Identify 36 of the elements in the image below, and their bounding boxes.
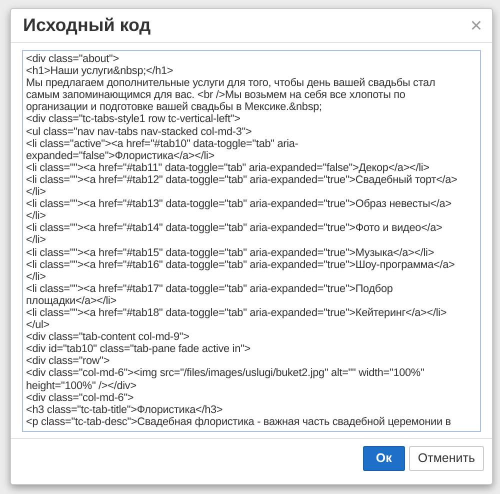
code-line: <div class="tab-content col-md-9"> [26, 331, 190, 344]
code-line: <h1>Наши услуги&nbsp;</h1> [26, 65, 174, 78]
code-textarea[interactable] [22, 50, 481, 432]
code-line: </li> [26, 210, 46, 222]
code-line: <li class=""><a href="#tab18" data-toggle="tab" aria-expanded="true">Кейтеринг</a></li> [26, 306, 447, 320]
code-line: <li class="active"><a href="#tab10" data-toggle="tab" aria- [26, 138, 298, 150]
code-line: <li class=""><a href="#tab16" data-toggle="tab" aria-expanded="true">Шоу-программа</a> [26, 258, 455, 271]
code-line: <li class=""><a href="#tab14" data-toggle="tab" aria-expanded="true">Фото и видео</a> [26, 222, 442, 234]
code-line: <li class=""><a href="#tab13" data-toggle="tab" aria-expanded="true">Образ невесты</a> [26, 198, 452, 210]
code-line: Мы предлагаем дополнительные услуги для того, чтобы день вашей свадьбы стал [26, 77, 436, 90]
code-line: <div id="tab10" class="tab-pane fade active in"> [26, 343, 250, 356]
close-button[interactable]: × [470, 16, 482, 36]
code-line: <li class=""><a href="#tab17" data-toggle="tab" aria-expanded="true">Подбор [26, 282, 393, 295]
dialog-title: Исходный код [23, 14, 151, 36]
code-line: <div class="about"> [26, 53, 119, 66]
code-line: <li class=""><a href="#tab11" data-toggle="tab" aria-expanded="false">Декор</a></li> [26, 162, 430, 174]
code-line: <ul class="nav nav-tabs nav-stacked col-md-3"> [26, 126, 252, 138]
code-line: <div class="row"> [26, 355, 110, 368]
code-line: <div class="tc-tabs-style1 row tc-vertical-left"> [26, 113, 240, 126]
ok-button[interactable]: Ок [362, 446, 405, 471]
code-line: самым запоминающимся для вас. <br />Мы возьмем на себя все хлопоты по [26, 89, 406, 102]
code-line: <div class="col-md-6"> [26, 392, 134, 404]
code-line: height="100%" /></div> [26, 380, 136, 392]
code-line: <h3 class="tc-tab-title">Флористика</h3> [26, 404, 223, 416]
code-line: expanded="false">Флористика</a></li> [26, 150, 214, 162]
code-line: </li> [26, 270, 46, 283]
code-line: организации и подготовке вашей свадьбы в Мексике.&nbsp; [26, 101, 322, 114]
code-line: <p class="tc-tab-desc">Свадебная флористика - важная часть свадебной церемонии в [26, 416, 451, 428]
code-line: площадки</a></li> [26, 294, 116, 307]
code-line: <div class="col-md-6"><img src="/files/images/uslugi/buket2.jpg" alt="" width="100%" [26, 367, 424, 380]
code-line: </li> [26, 186, 46, 198]
code-line: </ul> [26, 319, 50, 332]
code-line: <li class=""><a href="#tab12" data-toggle="tab" aria-expanded="true">Свадебный торт</a> [26, 174, 458, 186]
code-line: <li class=""><a href="#tab15" data-toggle="tab" aria-expanded="true">Музыка</a></li> [26, 246, 434, 259]
code-line: </li> [26, 234, 46, 246]
cancel-button[interactable]: Отменить [408, 446, 484, 471]
